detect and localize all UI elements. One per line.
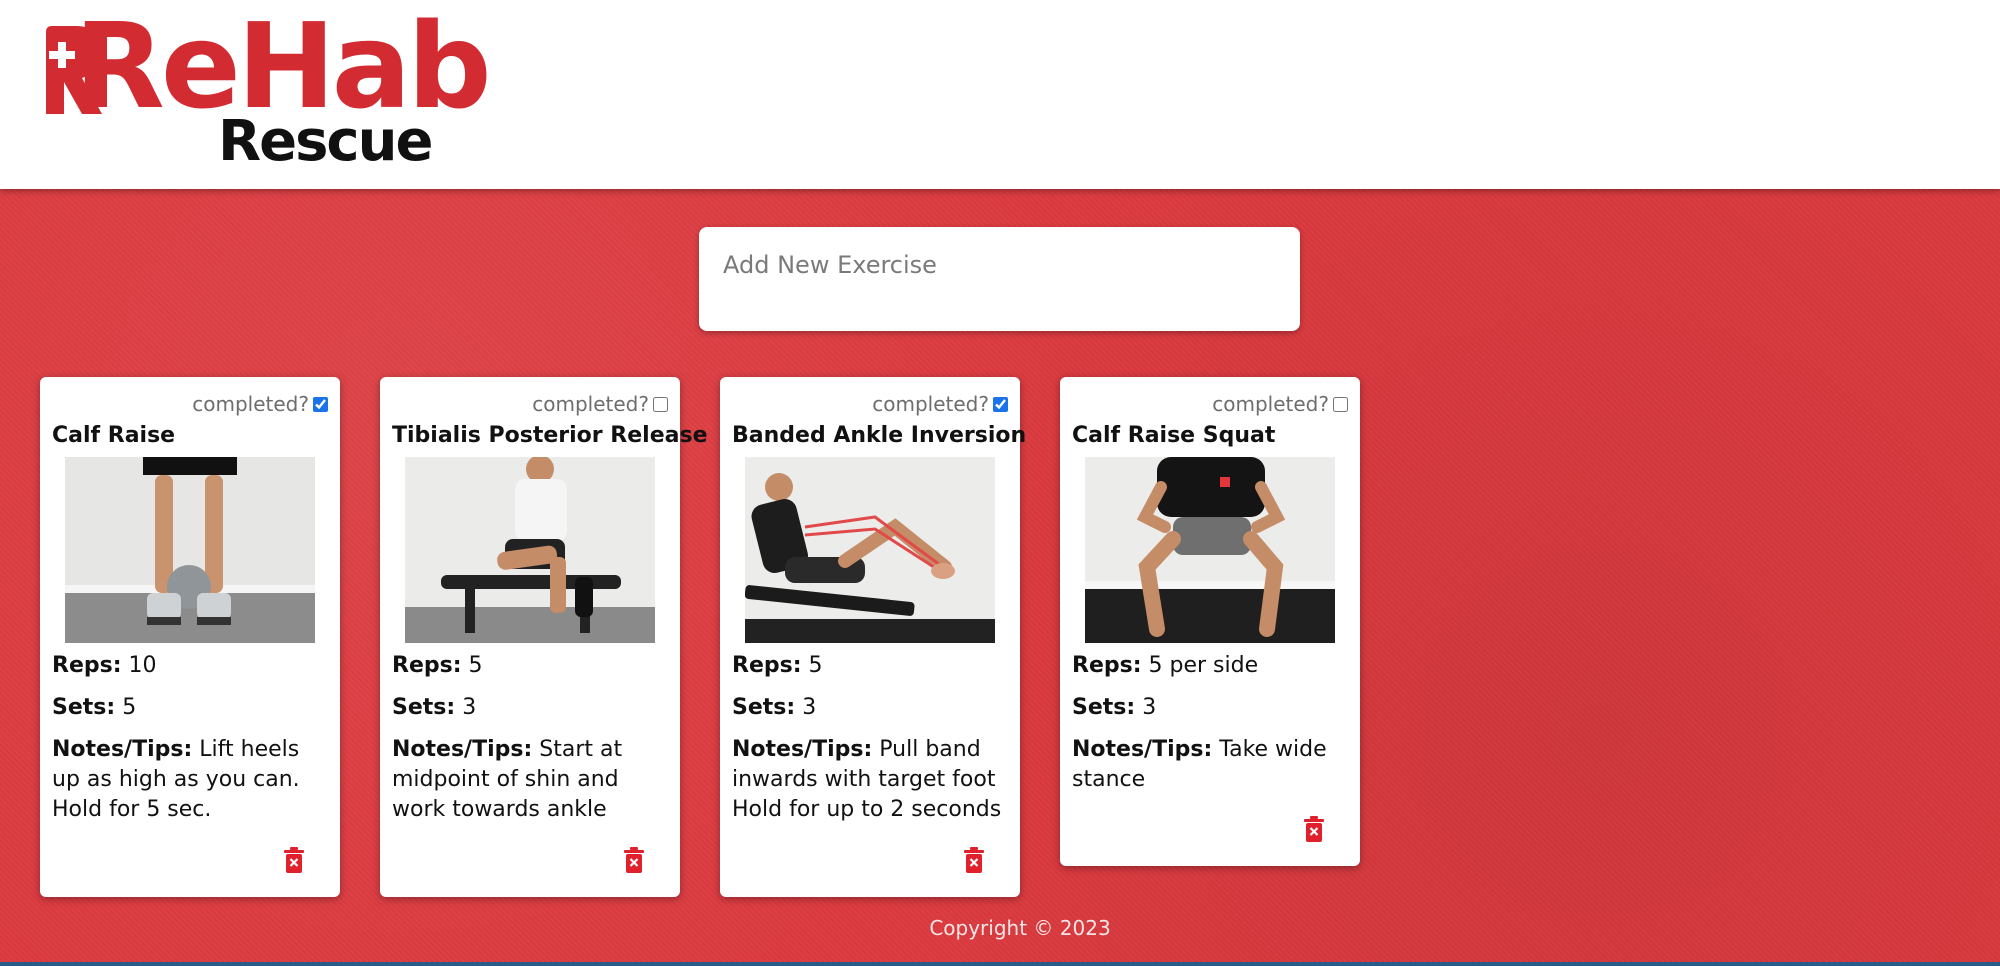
reps-value: 5 per side	[1148, 653, 1259, 678]
completed-checkbox[interactable]	[313, 396, 328, 412]
trash-icon[interactable]	[964, 847, 984, 873]
notes-field: Notes/Tips: Take wide stance	[1072, 735, 1348, 795]
trash-icon[interactable]	[284, 847, 304, 873]
notes-text-line2: Hold for 5 sec.	[52, 797, 212, 822]
exercise-card: completed? Calf Raise Squat Reps: 5 per …	[1060, 377, 1360, 866]
completed-row: completed?	[392, 389, 668, 419]
sets-value: 3	[462, 695, 477, 720]
sets-label: Sets:	[392, 695, 456, 720]
sets-label: Sets:	[732, 695, 796, 720]
trash-icon[interactable]	[1304, 816, 1324, 842]
sets-field: Sets: 3	[732, 693, 1008, 723]
reps-label: Reps:	[392, 653, 462, 678]
sets-value: 3	[802, 695, 817, 720]
sets-field: Sets: 3	[392, 693, 668, 723]
add-exercise-input[interactable]	[699, 227, 1300, 331]
reps-value: 5	[468, 653, 483, 678]
bottom-strip	[0, 962, 2000, 966]
exercise-title: Banded Ankle Inversion	[732, 423, 1027, 448]
completed-label: completed?	[532, 392, 649, 416]
reps-field: Reps: 5	[392, 651, 668, 681]
reps-field: Reps: 5 per side	[1072, 651, 1348, 681]
completed-checkbox[interactable]	[993, 396, 1008, 412]
completed-label: completed?	[1212, 392, 1329, 416]
site-header: ReHab Rescue	[0, 0, 2000, 189]
completed-row: completed?	[52, 389, 328, 419]
notes-label: Notes/Tips:	[1072, 737, 1213, 762]
reps-value: 5	[808, 653, 823, 678]
reps-field: Reps: 10	[52, 651, 328, 681]
notes-field: Notes/Tips: Pull band inwards with targe…	[732, 735, 1008, 825]
copyright-text: Copyright © 2023	[929, 916, 1111, 940]
completed-row: completed?	[732, 389, 1008, 419]
sets-value: 3	[1142, 695, 1157, 720]
notes-label: Notes/Tips:	[52, 737, 193, 762]
completed-checkbox[interactable]	[653, 396, 668, 412]
reps-label: Reps:	[732, 653, 802, 678]
sets-value: 5	[122, 695, 137, 720]
exercise-card: completed? Banded Ankle Inversion Reps: …	[720, 377, 1027, 897]
rehab-rescue-logo[interactable]: ReHab Rescue	[38, 7, 492, 172]
reps-label: Reps:	[52, 653, 122, 678]
completed-checkbox[interactable]	[1333, 396, 1348, 412]
notes-text-line2: Hold for up to 2 seconds	[732, 797, 1002, 822]
exercise-card: completed? Tibialis Posterior Release Re…	[380, 377, 708, 897]
trash-icon[interactable]	[624, 847, 644, 873]
notes-field: Notes/Tips: Lift heels up as high as you…	[52, 735, 328, 825]
notes-label: Notes/Tips:	[732, 737, 873, 762]
exercise-title: Calf Raise	[52, 423, 176, 448]
logo-text-rescue: Rescue	[218, 109, 433, 174]
sets-label: Sets:	[52, 695, 116, 720]
notes-field: Notes/Tips: Start at midpoint of shin an…	[392, 735, 668, 825]
exercise-image	[745, 457, 995, 643]
exercise-card: completed? Calf Raise Reps: 10 Sets: 5 N…	[40, 377, 340, 897]
exercise-title: Calf Raise Squat	[1072, 423, 1276, 448]
sets-field: Sets: 5	[52, 693, 328, 723]
reps-value: 10	[128, 653, 157, 678]
sets-field: Sets: 3	[1072, 693, 1348, 723]
exercise-image	[65, 457, 315, 643]
completed-label: completed?	[192, 392, 309, 416]
exercise-title: Tibialis Posterior Release	[392, 423, 708, 448]
logo-text-rehab: ReHab	[74, 0, 492, 135]
reps-label: Reps:	[1072, 653, 1142, 678]
reps-field: Reps: 5	[732, 651, 1008, 681]
sets-label: Sets:	[1072, 695, 1136, 720]
completed-row: completed?	[1072, 389, 1348, 419]
notes-label: Notes/Tips:	[392, 737, 533, 762]
exercise-image	[1085, 457, 1335, 643]
completed-label: completed?	[872, 392, 989, 416]
exercise-image	[405, 457, 655, 643]
